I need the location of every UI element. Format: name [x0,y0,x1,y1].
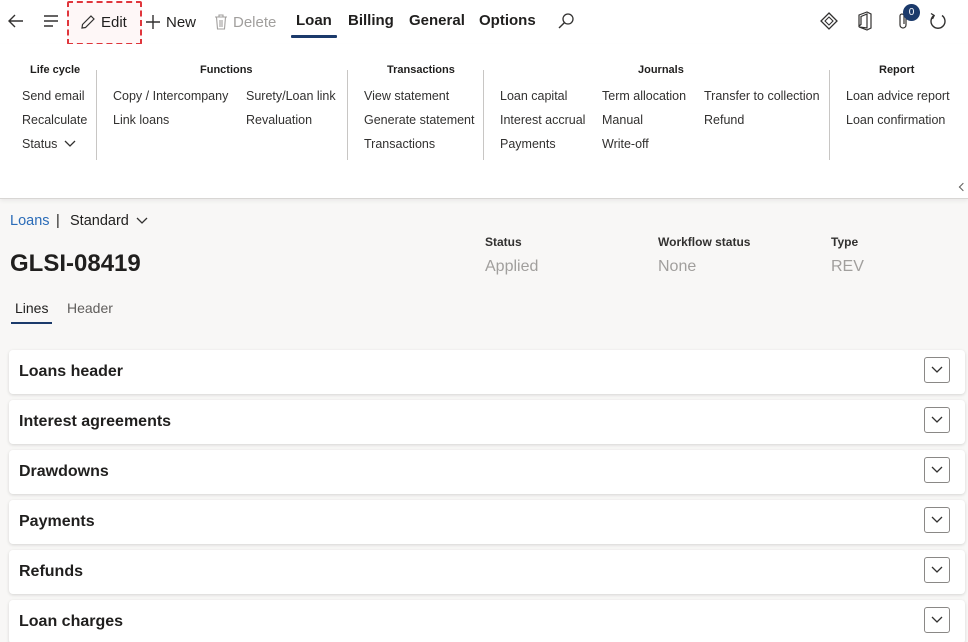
revaluation-button[interactable]: Revaluation [246,113,312,127]
fasttab-title: Loans header [19,363,124,380]
pencil-icon [81,15,95,29]
expand-toggle[interactable] [924,407,950,433]
power-apps-diamond-icon[interactable] [816,8,842,34]
type-label: Type [831,235,859,249]
interest-accrual-button[interactable]: Interest accrual [500,113,585,127]
plus-icon [146,15,160,29]
breadcrumb-loans-link[interactable]: Loans [10,213,50,229]
loan-confirmation-button[interactable]: Loan confirmation [846,113,945,127]
loan-advice-report-button[interactable]: Loan advice report [846,89,950,103]
expand-toggle[interactable] [924,607,950,633]
subtab-lines[interactable]: Lines [10,300,54,324]
ribbon-collapse-icon[interactable] [958,182,968,192]
expand-toggle[interactable] [924,557,950,583]
payments-journal-button[interactable]: Payments [500,137,556,151]
surety-loan-link-button[interactable]: Surety/Loan link [246,89,336,103]
recalculate-button[interactable]: Recalculate [22,113,87,127]
status-value: Applied [485,258,539,275]
fasttab-refunds[interactable]: Refunds [9,550,965,594]
refresh-icon[interactable] [925,8,951,34]
fasttab-title: Interest agreements [19,413,172,430]
office-icon[interactable] [852,8,878,34]
loan-capital-button[interactable]: Loan capital [500,89,567,103]
send-email-button[interactable]: Send email [22,89,85,103]
refund-button[interactable]: Refund [704,113,744,127]
workflow-status-label: Workflow status [658,235,751,249]
fasttab-payments[interactable]: Payments [9,500,965,544]
chevron-down-icon [931,416,943,423]
attachments-icon[interactable]: 0 [890,4,920,34]
chevron-down-icon [931,366,943,373]
group-title-journals: Journals [638,64,684,76]
link-loans-button[interactable]: Link loans [113,113,169,127]
new-button[interactable]: New [145,10,196,34]
group-divider [347,70,348,160]
view-selector-label: Standard [70,213,129,229]
view-statement-button[interactable]: View statement [364,89,449,103]
tab-general[interactable]: General [409,12,465,29]
chevron-down-icon [931,566,943,573]
view-selector[interactable]: Standard [70,213,149,229]
fasttab-title: Loan charges [19,613,124,630]
type-value: REV [831,258,864,275]
write-off-button[interactable]: Write-off [602,137,649,151]
tab-loan[interactable]: Loan [291,12,337,38]
group-title-transactions: Transactions [387,64,455,76]
tab-billing[interactable]: Billing [348,12,394,29]
fasttab-loans-header[interactable]: Loans header [9,350,965,394]
back-arrow-icon[interactable] [3,8,29,34]
record-title: GLSI-08419 [10,250,141,277]
status-label: Status [485,235,522,249]
fasttab-title: Drawdowns [19,463,109,480]
subtab-header[interactable]: Header [67,300,113,316]
breadcrumb-separator: | [56,213,60,229]
workflow-status-value: None [658,258,697,275]
action-pane-toolbar: Edit New Delete Loan Billing General Opt… [0,0,968,45]
fasttab-title: Refunds [19,563,83,580]
group-title-report: Report [879,64,915,76]
chevron-down-icon [64,140,76,147]
chevron-down-icon [136,217,148,224]
edit-button[interactable]: Edit [80,10,127,34]
chevron-down-icon [931,466,943,473]
group-title-life-cycle: Life cycle [30,64,81,76]
group-divider [483,70,484,160]
copy-intercompany-button[interactable]: Copy / Intercompany [113,89,228,103]
new-button-label: New [166,13,197,31]
generate-statement-button[interactable]: Generate statement [364,113,474,127]
trash-icon [215,14,227,30]
edit-button-label: Edit [101,13,127,31]
group-divider [96,70,97,160]
fasttab-drawdowns[interactable]: Drawdowns [9,450,965,494]
status-dropdown[interactable]: Status [22,137,77,151]
fasttab-interest-agreements[interactable]: Interest agreements [9,400,965,444]
manual-button[interactable]: Manual [602,113,643,127]
expand-toggle[interactable] [924,507,950,533]
transfer-to-collection-button[interactable]: Transfer to collection [704,89,820,103]
expand-toggle[interactable] [924,457,950,483]
term-allocation-button[interactable]: Term allocation [602,89,686,103]
attachments-count-badge: 0 [903,4,920,21]
delete-button[interactable]: Delete [214,10,276,34]
delete-button-label: Delete [233,13,277,31]
tab-options[interactable]: Options [479,12,536,29]
hamburger-menu-icon[interactable] [38,8,64,34]
transactions-button[interactable]: Transactions [364,137,435,151]
chevron-down-icon [931,616,943,623]
action-ribbon: Life cycle Send email Recalculate Status… [0,44,968,199]
group-title-functions: Functions [200,64,253,76]
expand-toggle[interactable] [924,357,950,383]
search-icon[interactable] [553,8,579,34]
group-divider [829,70,830,160]
status-dropdown-label: Status [22,137,58,151]
chevron-down-icon [931,516,943,523]
fasttab-loan-charges[interactable]: Loan charges [9,600,965,642]
fasttab-title: Payments [19,513,95,530]
